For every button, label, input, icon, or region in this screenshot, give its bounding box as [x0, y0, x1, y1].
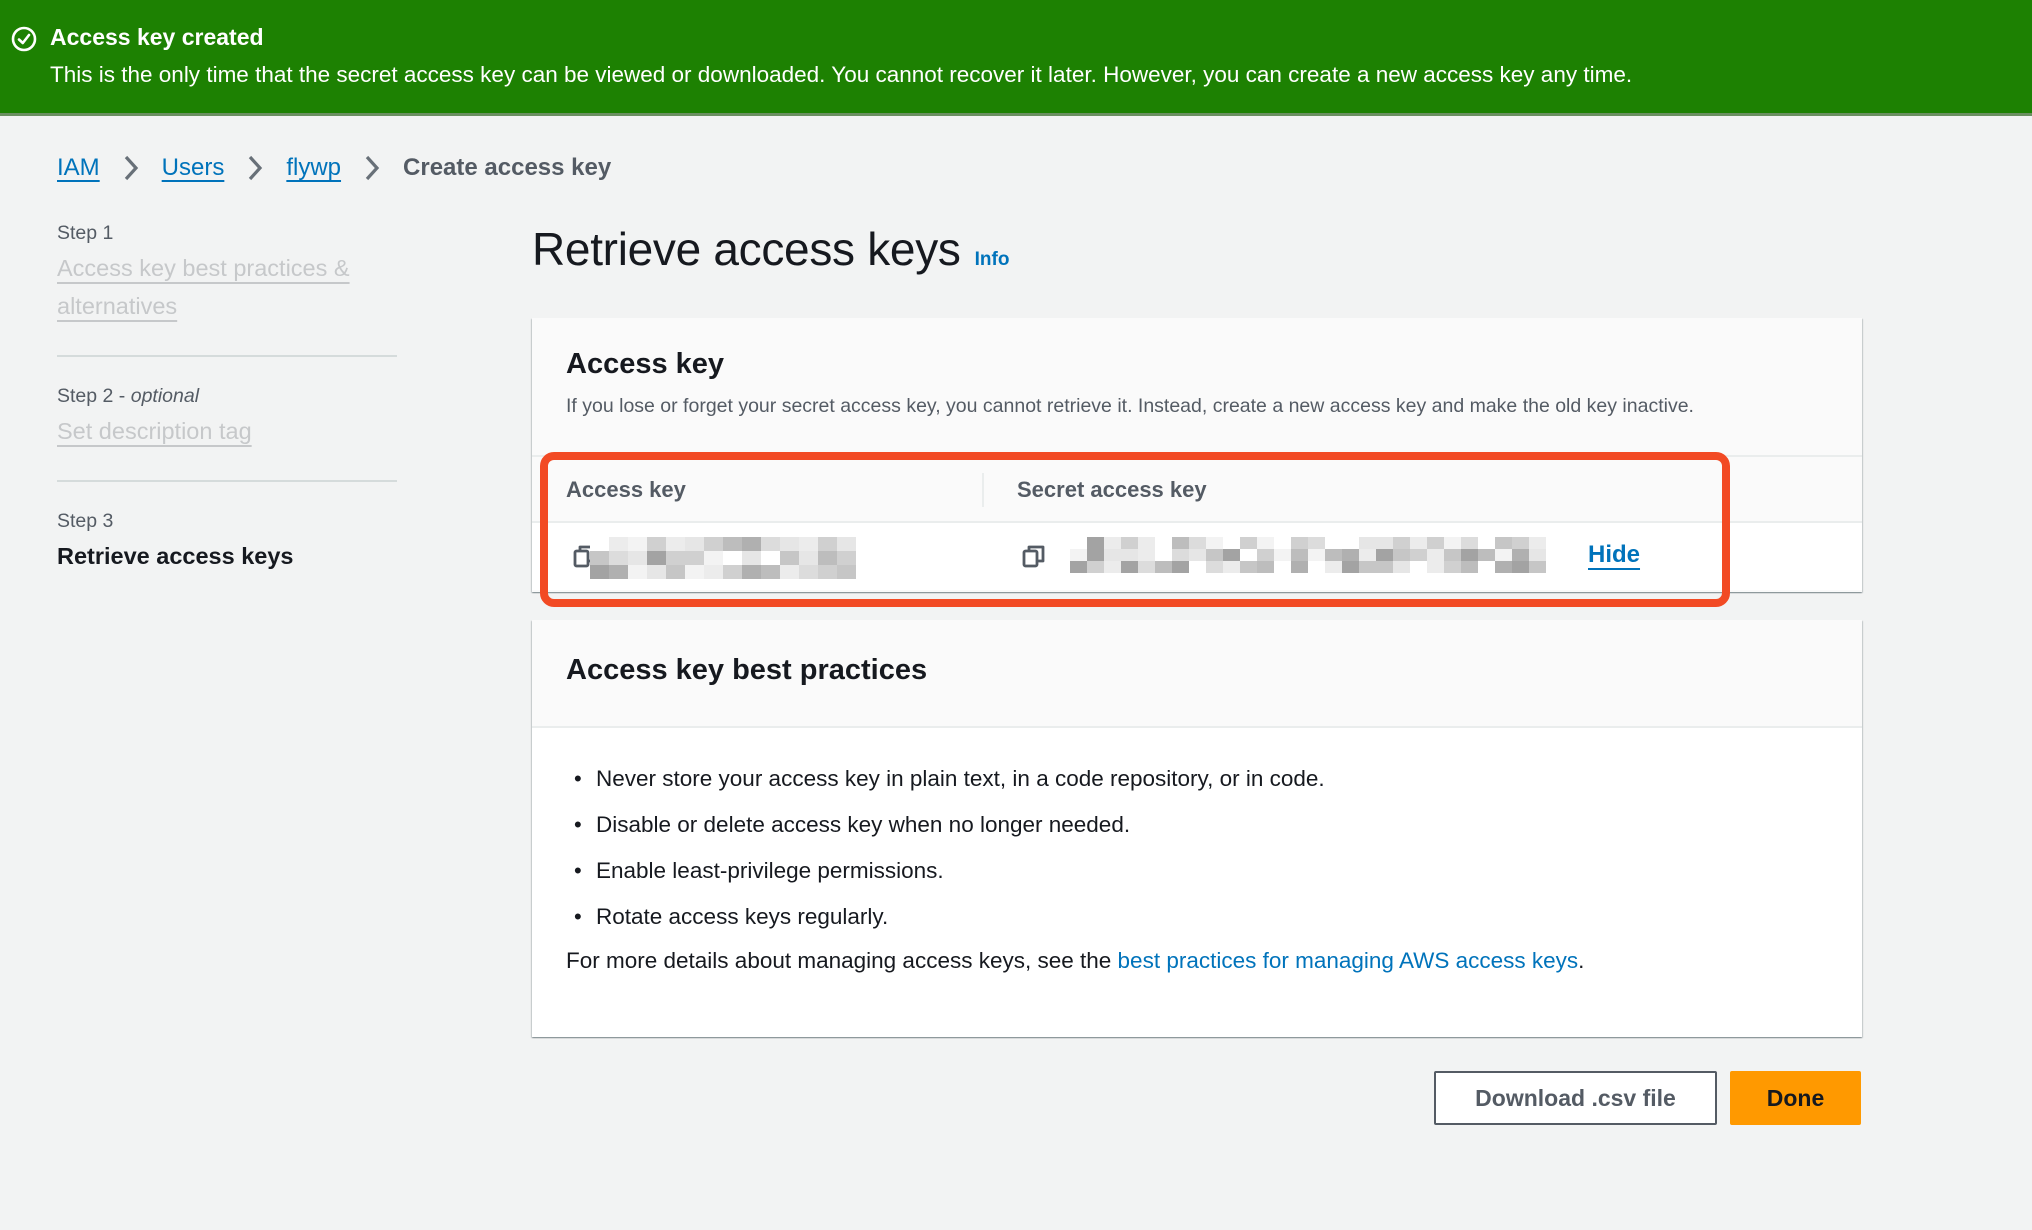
wizard-step-1: Step 1 Access key best practices & alter… [57, 222, 397, 325]
step-current-title: Retrieve access keys [57, 543, 294, 569]
step-number: Step 2 [57, 385, 114, 407]
wizard-steps: Step 1 Access key best practices & alter… [57, 222, 397, 570]
chevron-right-icon [236, 153, 274, 183]
panel-body: • Never store your access key in plain te… [532, 728, 1862, 1037]
list-item: • Disable or delete access key when no lo… [566, 802, 1828, 848]
step-optional: optional [130, 385, 200, 407]
list-item-text: Never store your access key in plain tex… [596, 766, 1325, 791]
bullet-icon: • [574, 812, 582, 837]
bullet-icon: • [574, 904, 582, 929]
breadcrumb-current: Create access key [403, 154, 612, 181]
column-header-access-key: Access key [566, 477, 686, 502]
table-header: Access key Secret access key [532, 457, 1862, 523]
panel-title: Access key best practices [566, 654, 928, 686]
step-label: Step 2 - optional [57, 385, 200, 407]
step-label: Step 1 [57, 222, 114, 244]
list-item: • Never store your access key in plain te… [566, 756, 1828, 802]
best-practices-footer: For more details about managing access k… [566, 948, 1828, 974]
breadcrumb-user-flywp[interactable]: flywp [286, 154, 341, 182]
success-flash-banner: Access key created This is the only time… [0, 0, 2032, 116]
bullet-icon: • [574, 766, 582, 791]
copy-icon[interactable] [1021, 543, 1047, 569]
info-link[interactable]: Info [975, 249, 1010, 271]
done-button[interactable]: Done [1730, 1071, 1861, 1125]
table-row: Hide [532, 523, 1862, 590]
chevron-right-icon [353, 153, 391, 183]
hide-secret-link[interactable]: Hide [1588, 541, 1640, 569]
flash-message: This is the only time that the secret ac… [50, 62, 1633, 87]
step-divider [57, 355, 397, 357]
check-circle-icon [11, 26, 37, 52]
list-item: • Enable least-privilege permissions. [566, 848, 1828, 894]
wizard-step-2: Step 2 - optional Set description tag [57, 385, 397, 450]
wizard-step-3: Step 3 Retrieve access keys [57, 510, 397, 570]
best-practices-list: • Never store your access key in plain te… [566, 756, 1828, 940]
page-header: Retrieve access keys Info [532, 222, 1009, 276]
panel-title: Access key [566, 348, 725, 380]
secret-access-key-value-redacted [1070, 537, 1546, 573]
access-key-panel: Access key If you lose or forget your se… [532, 318, 1862, 592]
flash-title: Access key created [50, 24, 264, 50]
breadcrumb-iam[interactable]: IAM [57, 154, 100, 182]
page-title: Retrieve access keys [532, 223, 961, 275]
step-divider [57, 480, 397, 482]
list-item-text: Disable or delete access key when no lon… [596, 812, 1131, 837]
best-practices-panel: Access key best practices • Never store y… [532, 620, 1862, 1037]
download-csv-button[interactable]: Download .csv file [1434, 1071, 1717, 1125]
step-label: Step 3 [57, 510, 114, 532]
list-item-text: Enable least-privilege permissions. [596, 858, 944, 883]
list-item-text: Rotate access keys regularly. [596, 904, 889, 929]
chevron-right-icon [112, 153, 150, 183]
panel-description: If you lose or forget your secret access… [566, 395, 1694, 417]
column-divider [982, 473, 984, 507]
column-header-secret-access-key: Secret access key [1017, 477, 1207, 502]
step-link-description-tag[interactable]: Set description tag [57, 412, 252, 450]
access-key-value-redacted [590, 537, 856, 579]
breadcrumb: IAM Users flywp Create access key [57, 153, 611, 183]
panel-header: Access key If you lose or forget your se… [532, 318, 1862, 457]
step-link-best-practices[interactable]: Access key best practices & alternatives [57, 249, 397, 325]
panel-header: Access key best practices [532, 620, 1862, 728]
list-item: • Rotate access keys regularly. [566, 894, 1828, 940]
footer-text: For more details about managing access k… [566, 948, 1118, 973]
breadcrumb-users[interactable]: Users [162, 154, 225, 182]
bullet-icon: • [574, 858, 582, 883]
best-practices-doc-link[interactable]: best practices for managing AWS access k… [1118, 948, 1579, 973]
footer-period: . [1578, 948, 1585, 973]
